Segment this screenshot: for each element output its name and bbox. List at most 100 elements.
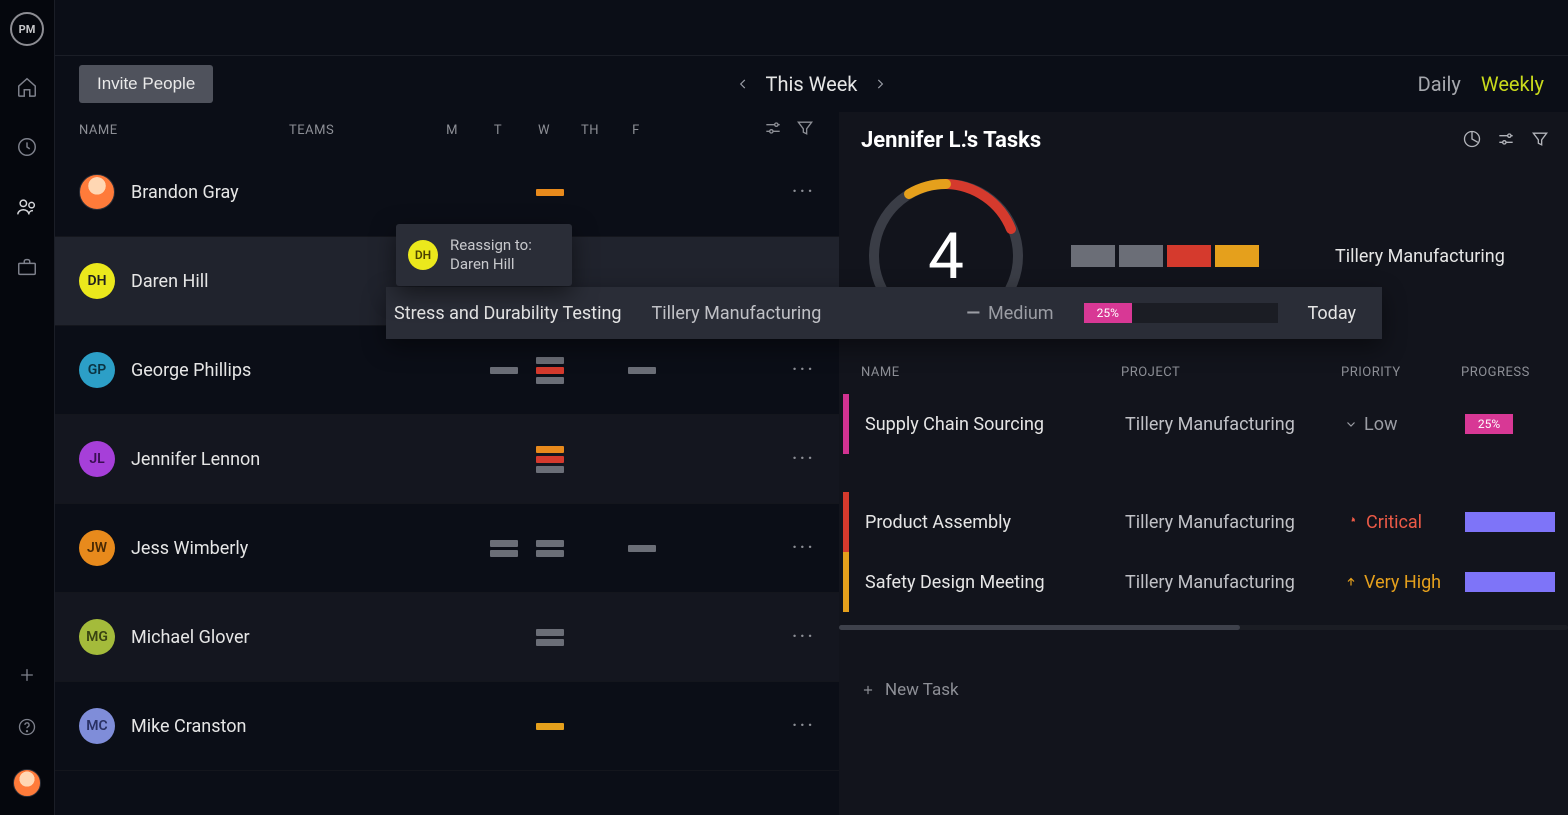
clock-icon [16,136,38,158]
task-columns-header: NAME PROJECT PRIORITY PROGRESS [861,365,1568,380]
task-chip[interactable] [536,367,564,374]
task-col-project: PROJECT [1121,365,1341,380]
horizontal-scrollbar[interactable] [839,625,1568,630]
panel-settings-button[interactable] [1496,129,1516,153]
topbar-spacer [55,0,1568,56]
task-row[interactable]: Safety Design Meeting Tillery Manufactur… [861,552,1568,612]
app-root: PM Invite People This Week Daily Weekly [0,0,1568,815]
task-row[interactable]: Product Assembly Tillery Manufacturing C… [861,492,1568,552]
avatar: GP [79,352,115,388]
task-detail-panel: Jennifer L.'s Tasks 4 [839,112,1568,815]
task-chip[interactable] [536,377,564,384]
team-icon [16,196,38,218]
task-color-indicator [843,394,849,454]
task-panel-title: Jennifer L.'s Tasks [861,128,1041,153]
add-button[interactable] [17,665,37,689]
task-chip[interactable] [536,466,564,473]
task-chip[interactable] [490,550,518,557]
task-col-progress: PROGRESS [1461,365,1530,380]
header-bar: Invite People This Week Daily Weekly [55,56,1568,112]
view-weekly-tab[interactable]: Weekly [1481,72,1544,96]
week-navigator: This Week [736,72,888,96]
dragged-task-card[interactable]: Stress and Durability Testing Tillery Ma… [386,287,1382,339]
task-chip[interactable] [536,629,564,636]
help-button[interactable] [17,717,37,741]
app-logo[interactable]: PM [10,12,44,46]
task-color-indicator [843,492,849,552]
week-next-button[interactable] [873,72,887,96]
chart-view-button[interactable] [1462,129,1482,153]
nav-clock[interactable] [16,136,38,162]
task-project: Tillery Manufacturing [1125,572,1345,593]
view-toggle: Daily Weekly [1418,72,1544,96]
dragged-task-name: Stress and Durability Testing [394,303,622,324]
day-f: F [613,123,659,138]
global-sidebar: PM [0,0,55,815]
task-chip[interactable] [536,723,564,730]
day-t: T [475,123,521,138]
person-row[interactable]: JL Jennifer Lennon ··· [55,415,839,504]
task-chip[interactable] [490,540,518,547]
main-area: Invite People This Week Daily Weekly NAM… [55,0,1568,815]
settings-button[interactable] [763,118,783,142]
task-color-indicator [843,552,849,612]
filter-button[interactable] [795,118,815,142]
team-workload-panel: NAME TEAMS M T W TH F [55,112,839,815]
task-panel-header: Jennifer L.'s Tasks [861,128,1568,153]
row-more-button[interactable]: ··· [792,358,815,383]
col-name-header: NAME [79,123,289,138]
task-chip[interactable] [536,639,564,646]
nav-work[interactable] [16,256,38,282]
task-chip[interactable] [536,550,564,557]
sliders-icon [763,118,783,138]
row-more-button[interactable]: ··· [792,536,815,561]
task-chip[interactable] [536,456,564,463]
home-icon [16,76,38,98]
pie-icon [1462,129,1482,149]
task-project: Tillery Manufacturing [1125,512,1345,533]
person-name: Jennifer Lennon [131,449,341,470]
task-chip[interactable] [536,189,564,196]
avatar: MG [79,619,115,655]
task-chip[interactable] [536,540,564,547]
nav-home[interactable] [16,76,38,102]
person-name: George Phillips [131,360,341,381]
panel-filter-button[interactable] [1530,129,1550,153]
filter-icon [1530,129,1550,149]
person-row[interactable]: GP George Phillips ··· [55,326,839,415]
task-chip[interactable] [490,367,518,374]
task-priority: Critical [1345,512,1465,533]
invite-people-button[interactable]: Invite People [79,65,213,103]
week-prev-button[interactable] [736,72,750,96]
workload-grid [481,189,711,196]
sidebar-nav [16,76,38,282]
new-task-button[interactable]: New Task [861,680,1568,700]
person-name: Brandon Gray [131,182,341,203]
view-daily-tab[interactable]: Daily [1418,72,1461,96]
person-name: Mike Cranston [131,716,341,737]
user-avatar[interactable] [13,769,41,797]
dragged-task-progress: 25% [1084,303,1278,323]
reassign-avatar: DH [408,240,438,270]
person-row[interactable]: MG Michael Glover ··· [55,593,839,682]
row-more-button[interactable]: ··· [792,447,815,472]
task-name: Product Assembly [865,512,1125,533]
task-chip[interactable] [536,357,564,364]
nav-team[interactable] [16,196,38,222]
task-chip[interactable] [628,367,656,374]
task-progress: 25% [1465,414,1555,434]
task-chip[interactable] [628,545,656,552]
sidebar-bottom [13,665,41,815]
col-teams-header: TEAMS [289,123,429,138]
row-more-button[interactable]: ··· [792,180,815,205]
row-more-button[interactable]: ··· [792,714,815,739]
plus-icon [17,665,37,685]
person-row[interactable]: MC Mike Cranston ··· [55,682,839,771]
row-more-button[interactable]: ··· [792,625,815,650]
task-row[interactable]: Supply Chain Sourcing Tillery Manufactur… [861,394,1568,454]
person-row[interactable]: JW Jess Wimberly ··· [55,504,839,593]
task-chip[interactable] [536,446,564,453]
task-progress [1465,512,1555,532]
avatar: MC [79,708,115,744]
filter-icon [795,118,815,138]
